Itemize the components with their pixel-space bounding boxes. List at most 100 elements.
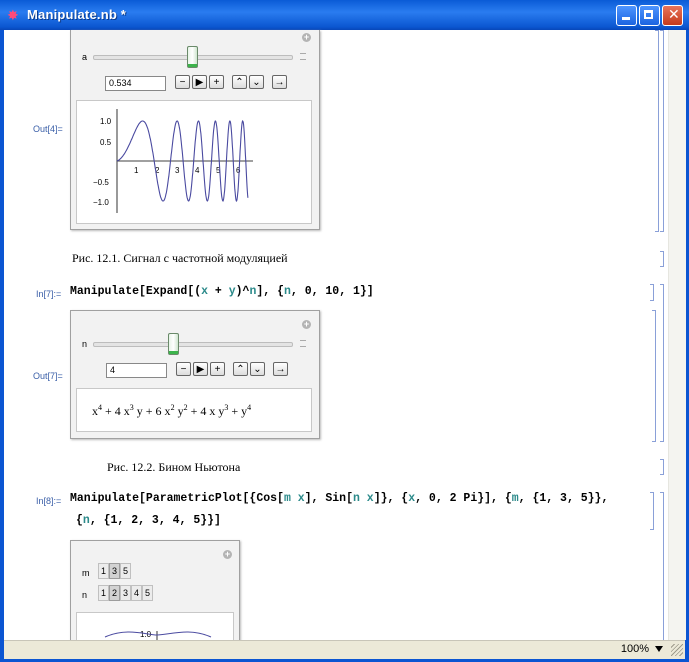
n-option[interactable]: 4 bbox=[131, 585, 142, 601]
code-text: )^ bbox=[235, 285, 250, 298]
mathematica-star-icon[interactable]: ✸ bbox=[7, 8, 19, 22]
slider-thumb[interactable] bbox=[187, 46, 198, 68]
input-code-line[interactable]: {n, {1, 2, 3, 4, 5}}] bbox=[76, 514, 221, 527]
faster-button[interactable]: ⌃ bbox=[232, 75, 247, 89]
resize-grip-icon[interactable] bbox=[671, 644, 683, 656]
code-variable: n bbox=[283, 285, 291, 298]
cell-bracket[interactable] bbox=[652, 310, 656, 442]
vertical-scrollbar[interactable] bbox=[668, 30, 686, 640]
code-text: { bbox=[76, 514, 83, 527]
slider-label: n bbox=[82, 339, 88, 349]
value-field[interactable]: 0.534 bbox=[105, 76, 166, 91]
x-tick-label: 3 bbox=[175, 166, 180, 175]
code-variable: x bbox=[297, 492, 305, 505]
code-text: , 0, 10, 1}] bbox=[290, 285, 374, 298]
status-bar: 100% bbox=[4, 640, 685, 659]
value-field[interactable]: 4 bbox=[106, 363, 167, 378]
code-text: , 0, 2 Pi}], { bbox=[415, 492, 512, 505]
x-tick-label: 1 bbox=[134, 166, 139, 175]
code-variable: y bbox=[228, 285, 236, 298]
cell-bracket[interactable] bbox=[660, 459, 664, 475]
slider-thumb[interactable] bbox=[168, 333, 180, 355]
plot-area: 1.0 0.5 −0.5 −1.0 1 2 3 4 5 6 bbox=[76, 100, 312, 224]
poly-term: y bbox=[174, 404, 184, 418]
figure-caption: Рис. 12.1. Сигнал с частотной модуляцией bbox=[72, 251, 288, 265]
m-option[interactable]: 1 bbox=[98, 563, 109, 579]
setter-label-m: m bbox=[82, 568, 90, 578]
y-tick-label: −1.0 bbox=[93, 198, 109, 207]
code-text: ], Sin[ bbox=[304, 492, 353, 505]
manipulate-panel: + a 0.534 − ▶ + ⌃ ⌄ → 1.0 0.5 −0.5 −1.0 … bbox=[70, 30, 320, 230]
cell-bracket[interactable] bbox=[650, 492, 654, 530]
n-option[interactable]: 1 bbox=[98, 585, 109, 601]
minimize-button[interactable] bbox=[616, 5, 637, 26]
slider-track[interactable] bbox=[93, 342, 293, 347]
cell-bracket[interactable] bbox=[655, 30, 659, 232]
window-frame-left bbox=[0, 30, 4, 662]
direction-button[interactable]: → bbox=[272, 75, 287, 89]
code-variable: x bbox=[366, 492, 374, 505]
maximize-icon bbox=[644, 10, 653, 19]
code-text: , {1, 3, 5}}, bbox=[518, 492, 609, 505]
code-text: Manipulate[Expand[( bbox=[70, 285, 202, 298]
in-label: In[7]:= bbox=[36, 289, 62, 299]
cell-bracket[interactable] bbox=[660, 251, 664, 267]
title-bar[interactable]: ✸ Manipulate.nb * ✕ bbox=[0, 0, 689, 30]
n-option[interactable]: 5 bbox=[142, 585, 153, 601]
n-option[interactable]: 2 bbox=[109, 585, 120, 601]
out-label: Out[4]= bbox=[33, 124, 63, 134]
step-forward-button[interactable]: + bbox=[210, 362, 225, 376]
manipulate-panel: + n 4 − ▶ + ⌃ ⌄ → x4 + 4 x3 y + 6 x2 y2 … bbox=[70, 310, 320, 439]
slower-button[interactable]: ⌄ bbox=[250, 362, 265, 376]
code-variable: m bbox=[283, 492, 291, 505]
code-text: Manipulate[ParametricPlot[{Cos[ bbox=[70, 492, 284, 505]
y-tick-label: 0.5 bbox=[100, 138, 112, 147]
poly-term: + 4 x y bbox=[187, 404, 225, 418]
cell-bracket[interactable] bbox=[650, 284, 654, 301]
code-text: + bbox=[208, 285, 229, 298]
poly-term: + y bbox=[228, 404, 248, 418]
add-icon[interactable]: + bbox=[302, 320, 311, 329]
y-tick-label: 1.0 bbox=[100, 117, 112, 126]
code-variable: n bbox=[352, 492, 360, 505]
expanded-polynomial: x4 + 4 x3 y + 6 x2 y2 + 4 x y3 + y4 bbox=[92, 403, 251, 419]
step-forward-button[interactable]: + bbox=[209, 75, 224, 89]
parametric-curve bbox=[104, 631, 212, 638]
code-variable: x bbox=[201, 285, 209, 298]
y-tick-label: −0.5 bbox=[93, 178, 109, 187]
input-code[interactable]: Manipulate[Expand[(x + y)^n], {n, 0, 10,… bbox=[70, 285, 374, 298]
add-icon[interactable]: + bbox=[302, 33, 311, 42]
setter-label-n: n bbox=[82, 590, 88, 600]
add-icon[interactable]: + bbox=[223, 550, 232, 559]
output-area: x4 + 4 x3 y + 6 x2 y2 + 4 x y3 + y4 bbox=[76, 388, 312, 432]
group-bracket[interactable] bbox=[660, 284, 664, 442]
close-icon: ✕ bbox=[668, 7, 680, 23]
poly-term: y + 6 x bbox=[133, 404, 171, 418]
step-back-button[interactable]: − bbox=[176, 362, 191, 376]
faster-button[interactable]: ⌃ bbox=[233, 362, 248, 376]
maximize-button[interactable] bbox=[639, 5, 660, 26]
input-code-line[interactable]: Manipulate[ParametricPlot[{Cos[m x], Sin… bbox=[70, 492, 608, 505]
n-option[interactable]: 3 bbox=[120, 585, 131, 601]
code-text: ]}, { bbox=[373, 492, 409, 505]
options-icon[interactable] bbox=[300, 340, 306, 347]
m-option[interactable]: 3 bbox=[109, 563, 120, 579]
play-button[interactable]: ▶ bbox=[193, 362, 208, 376]
group-bracket[interactable] bbox=[660, 492, 664, 642]
window-title: Manipulate.nb * bbox=[27, 7, 127, 22]
close-button[interactable]: ✕ bbox=[662, 5, 683, 26]
group-bracket[interactable] bbox=[660, 30, 664, 232]
code-variable: m bbox=[511, 492, 519, 505]
poly-term: + 4 x bbox=[102, 404, 130, 418]
m-option[interactable]: 5 bbox=[120, 563, 131, 579]
code-text: , {1, 2, 3, 4, 5}}] bbox=[89, 514, 221, 527]
step-back-button[interactable]: − bbox=[175, 75, 190, 89]
direction-button[interactable]: → bbox=[273, 362, 288, 376]
slower-button[interactable]: ⌄ bbox=[249, 75, 264, 89]
zoom-dropdown-icon[interactable] bbox=[655, 646, 663, 652]
zoom-level[interactable]: 100% bbox=[621, 643, 649, 655]
play-button[interactable]: ▶ bbox=[192, 75, 207, 89]
options-icon[interactable] bbox=[300, 53, 306, 60]
out-label: Out[7]= bbox=[33, 371, 63, 381]
